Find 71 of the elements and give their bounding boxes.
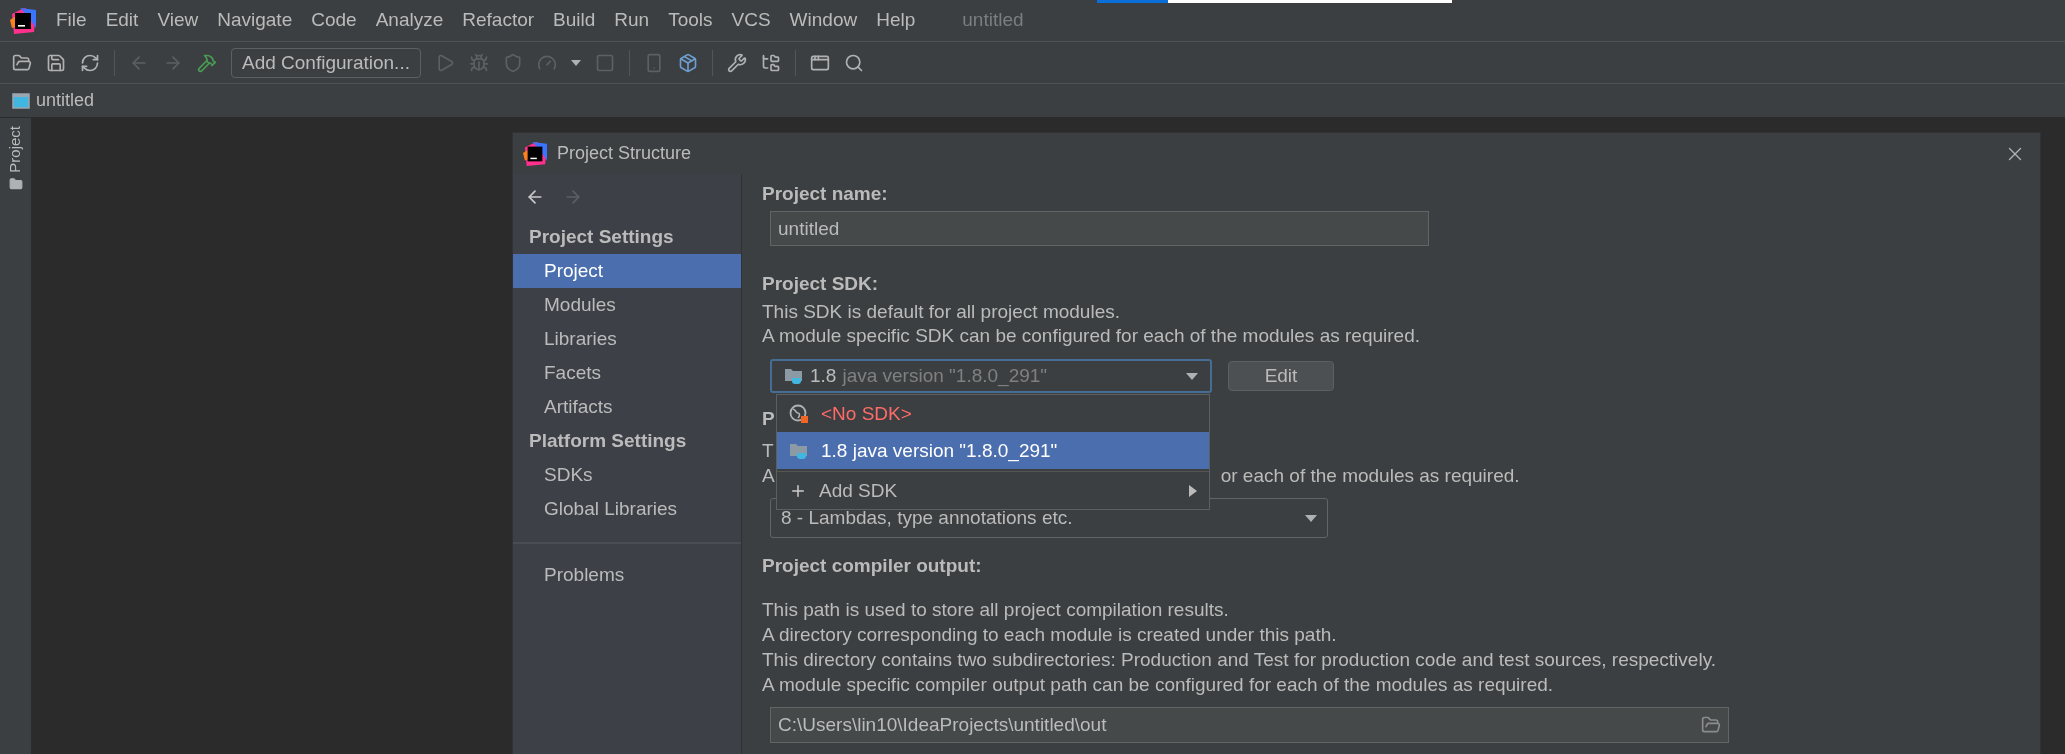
field-label: P [762,407,775,431]
app-logo-icon [10,7,36,34]
sidebar-item[interactable]: Modules [513,288,741,322]
section-heading: Platform Settings [528,428,688,453]
dropdown-arrow-icon [1305,514,1317,522]
description-text: A module specific SDK can be configured for each of the modules as required. [762,324,1421,348]
description-text: or each of the modules as required. [1220,464,1520,488]
open-folder-icon[interactable] [12,52,32,73]
save-icon[interactable] [46,52,66,73]
dialog-title: Project Structure [557,142,692,165]
field-label: Project name: [762,182,889,206]
sidebar-item[interactable]: Libraries [513,322,741,356]
menu-item[interactable]: Edit [105,6,139,35]
submenu-arrow-icon [1189,484,1197,497]
menu-item[interactable]: Window [789,6,858,35]
menu-item[interactable]: Run [614,6,650,35]
field-label: Project SDK: [762,272,880,296]
description-text: This directory contains two subdirectories: Production and Test for production code and test sources, respectively. [762,648,1717,672]
menu-item[interactable]: Code [311,6,357,35]
field-label: Project compiler output: [762,554,983,578]
sidebar-item[interactable]: Global Libraries [513,492,741,526]
sidebar-item[interactable]: Problems [513,558,741,592]
menu-item[interactable]: Analyze [375,6,444,35]
description-text: A module specific compiler output path can be configured for each of the modules as required. [762,673,1555,697]
dropdown-value: 8 - Lambdas, type annotations etc. [781,506,1074,530]
edit-button[interactable]: Edit [1228,361,1334,391]
folder-icon [8,176,23,191]
sidebar-item[interactable]: Facets [513,356,741,390]
menu-item[interactable]: Navigate [217,6,293,35]
description-text: This SDK is default for all project modules. [762,300,1121,324]
project-name-field[interactable]: untitled [770,211,1429,246]
description-text: A [762,464,775,488]
sdk-dropdown[interactable]: 1.8 java version "1.8.0_291" [770,359,1212,393]
description-text: This path is used to store all project compilation results. [762,598,1230,622]
menu-item[interactable]: Help [876,6,916,35]
sidebar-item[interactable]: Project [513,254,741,288]
output-path-field[interactable]: C:\Users\lin10\IdeaProjects\untitled\out [770,707,1729,743]
tool-window-tab[interactable]: Project [4,126,27,173]
module-icon [12,92,30,109]
description-text: A directory corresponding to each module is created under this path. [762,623,1338,647]
description-text: T [762,439,774,463]
dropdown-caret-icon[interactable] [570,59,581,66]
sdk-name: 1.8 [810,364,837,388]
menu-item[interactable]: VCS [731,6,771,35]
menu-item[interactable]: View [157,6,199,35]
popup-item[interactable]: 1.8 java version "1.8.0_291" [777,432,1209,469]
globe-icon [789,403,809,424]
menu-item[interactable]: Tools [668,6,713,35]
sdk-detail: java version "1.8.0_291" [842,364,1049,388]
field-value: C:\Users\lin10\IdeaProjects\untitled\out [778,713,1108,737]
hammer-icon[interactable] [197,52,217,73]
app-logo-icon [523,141,547,166]
popup-item[interactable]: Add SDK [777,472,1209,509]
sidebar-item[interactable]: SDKs [513,458,741,492]
sync-icon[interactable] [80,52,100,73]
window-title: untitled [962,8,1024,33]
menu-item[interactable]: Refactor [462,6,535,35]
dropdown-arrow-icon [1186,372,1198,380]
browse-folder-icon[interactable] [1701,715,1721,735]
search-icon[interactable] [843,52,864,73]
breadcrumb-item[interactable]: untitled [36,87,95,114]
run-configuration-button[interactable]: Add Configuration... [231,47,421,78]
menu-item[interactable]: File [56,6,87,35]
sidebar-item[interactable]: Artifacts [513,390,741,424]
menu-item[interactable]: Build [553,6,596,35]
folder-cup-icon [789,441,809,460]
package-icon[interactable] [677,52,698,73]
folder-cup-icon [784,367,804,385]
settings-icon[interactable] [726,52,747,73]
section-heading: Project Settings [528,224,675,249]
popup-item[interactable]: <No SDK> [777,395,1209,432]
